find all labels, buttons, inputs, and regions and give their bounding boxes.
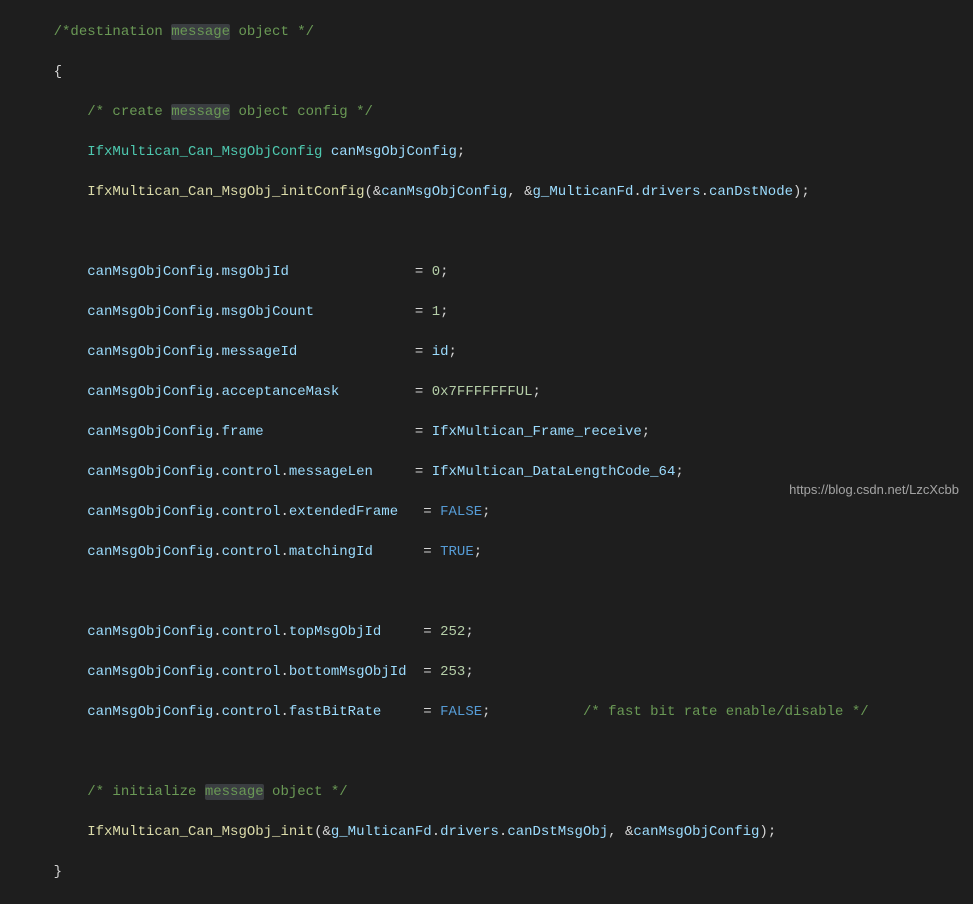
- watermark-text: https://blog.csdn.net/LzcXcbb: [789, 480, 959, 500]
- code-line: canMsgObjConfig.control.extendedFrame = …: [20, 502, 953, 522]
- comment-text: /*destination message object */: [54, 24, 314, 40]
- code-line: canMsgObjConfig.messageId = id;: [20, 342, 953, 362]
- code-line: canMsgObjConfig.control.bottomMsgObjId =…: [20, 662, 953, 682]
- code-line: canMsgObjConfig.msgObjId = 0;: [20, 262, 953, 282]
- comment-text: /* create message object config */: [87, 104, 373, 120]
- code-line: canMsgObjConfig.control.messageLen = Ifx…: [20, 462, 953, 482]
- code-line: IfxMultican_Can_MsgObj_initConfig(&canMs…: [20, 182, 953, 202]
- code-line: }: [20, 862, 953, 882]
- code-line: {: [20, 62, 953, 82]
- code-line: /*destination message object */: [20, 22, 953, 42]
- code-line: canMsgObjConfig.msgObjCount = 1;: [20, 302, 953, 322]
- code-line: [20, 222, 953, 242]
- code-editor[interactable]: /*destination message object */ { /* cre…: [0, 0, 973, 904]
- code-line: [20, 742, 953, 762]
- code-line: /* initialize message object */: [20, 782, 953, 802]
- code-line: canMsgObjConfig.frame = IfxMultican_Fram…: [20, 422, 953, 442]
- code-line: [20, 582, 953, 602]
- code-line: IfxMultican_Can_MsgObjConfig canMsgObjCo…: [20, 142, 953, 162]
- code-line: canMsgObjConfig.control.matchingId = TRU…: [20, 542, 953, 562]
- code-line: IfxMultican_Can_MsgObj_init(&g_MulticanF…: [20, 822, 953, 842]
- code-line: canMsgObjConfig.control.topMsgObjId = 25…: [20, 622, 953, 642]
- code-line: /* create message object config */: [20, 102, 953, 122]
- code-line: canMsgObjConfig.control.fastBitRate = FA…: [20, 702, 953, 722]
- comment-text: /* fast bit rate enable/disable */: [583, 704, 869, 720]
- code-line: canMsgObjConfig.acceptanceMask = 0x7FFFF…: [20, 382, 953, 402]
- comment-text: /* initialize message object */: [87, 784, 347, 800]
